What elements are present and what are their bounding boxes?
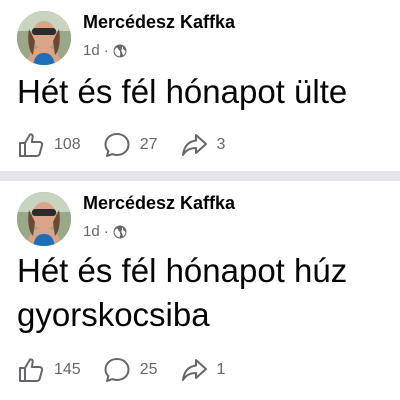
comment-button[interactable]: 25 <box>103 356 158 384</box>
thumbs-up-icon <box>19 133 44 157</box>
post-text: Hét és fél hónapot húz gyorskocsiba <box>17 249 400 337</box>
post-card: Mercédesz Kaffka 1d · Hét és fél hónapot… <box>0 0 400 171</box>
post-text: Hét és fél hónapot ülte <box>17 70 400 114</box>
like-count: 108 <box>54 136 81 153</box>
comment-count: 25 <box>139 361 158 378</box>
post-actions: 108 27 3 <box>17 131 247 159</box>
meta-separator: · <box>103 42 109 59</box>
share-button[interactable]: 1 <box>180 356 226 384</box>
post-text-line: gyorskocsiba <box>17 296 210 333</box>
share-arrow-icon <box>181 359 207 381</box>
like-count: 145 <box>54 361 81 378</box>
author-name[interactable]: Mercédesz Kaffka <box>83 193 235 214</box>
globe-icon <box>113 225 127 239</box>
post-card: Mercédesz Kaffka 1d · Hét és fél hónapot… <box>0 181 400 400</box>
comment-button[interactable]: 27 <box>103 131 158 159</box>
post-text-line: Hét és fél hónapot húz <box>17 252 348 289</box>
post-time[interactable]: 1d <box>83 223 100 240</box>
post-actions: 145 25 1 <box>17 356 247 384</box>
post-meta: 1d · <box>83 223 127 240</box>
comment-count: 27 <box>139 136 158 153</box>
meta-separator: · <box>103 223 109 240</box>
globe-icon <box>113 44 127 58</box>
share-button[interactable]: 3 <box>180 131 226 159</box>
comment-bubble-icon <box>104 358 130 382</box>
post-text-line: Hét és fél hónapot ülte <box>17 73 348 110</box>
author-name[interactable]: Mercédesz Kaffka <box>83 12 235 33</box>
comment-bubble-icon <box>104 133 130 157</box>
share-count: 3 <box>216 136 226 153</box>
post-divider <box>0 171 400 181</box>
share-arrow-icon <box>181 134 207 156</box>
avatar[interactable] <box>17 192 71 246</box>
like-button[interactable]: 108 <box>17 131 81 159</box>
post-meta: 1d · <box>83 42 127 59</box>
post-time[interactable]: 1d <box>83 42 100 59</box>
thumbs-up-icon <box>19 358 44 382</box>
avatar[interactable] <box>17 11 71 65</box>
like-button[interactable]: 145 <box>17 356 81 384</box>
share-count: 1 <box>216 361 226 378</box>
